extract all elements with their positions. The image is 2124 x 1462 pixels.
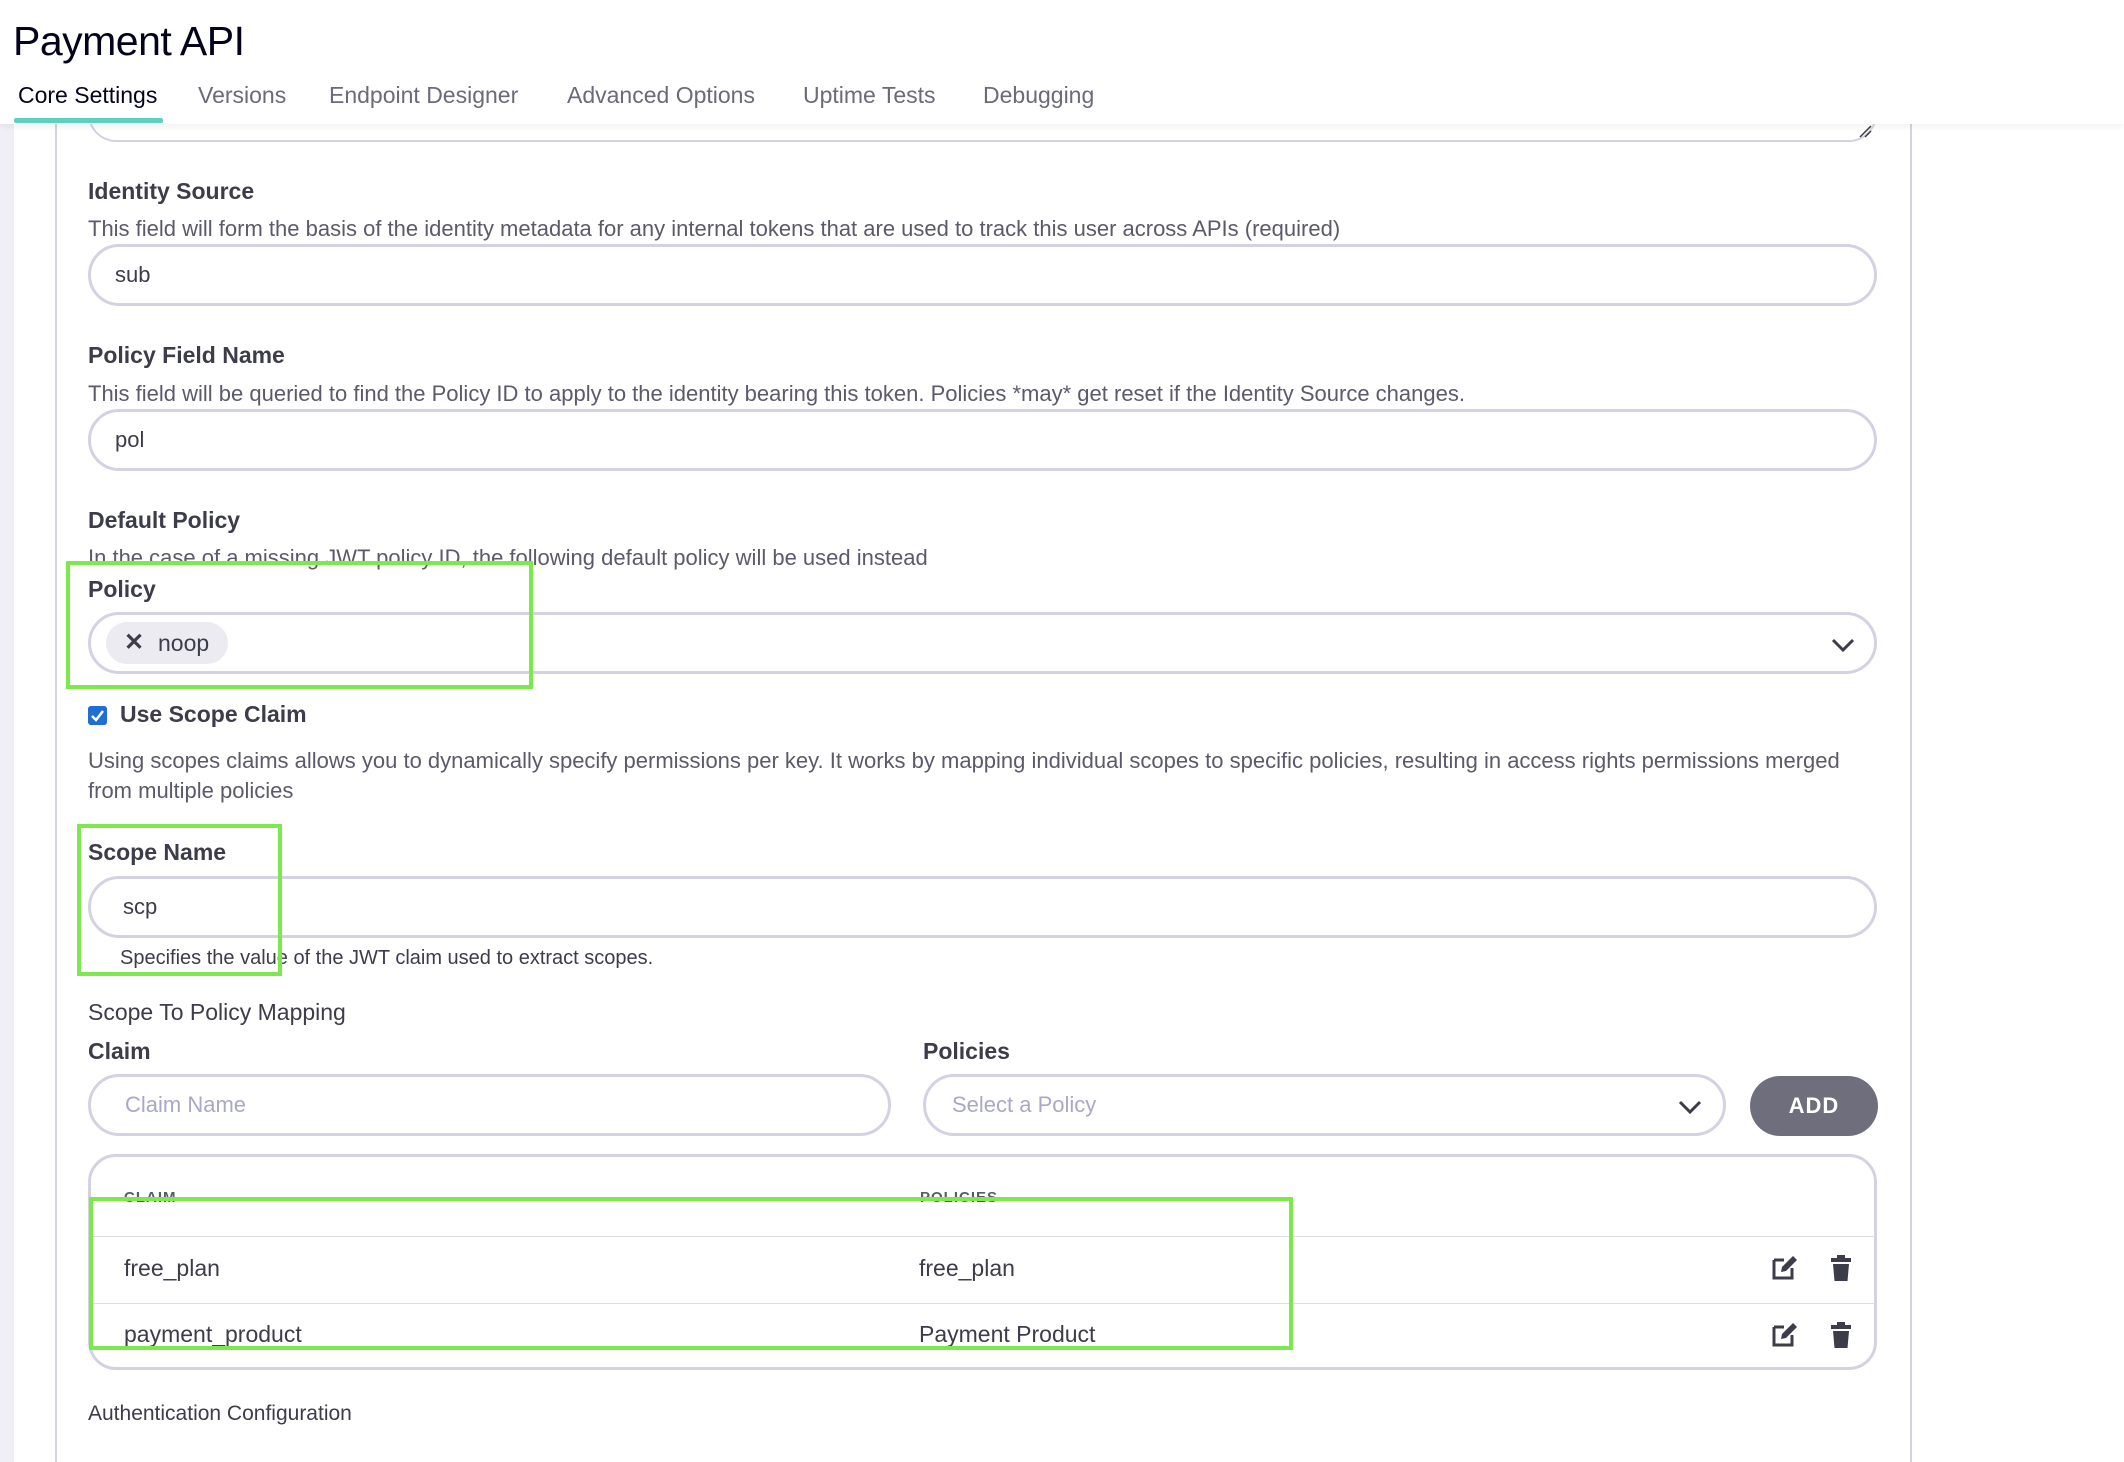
policies-label: Policies [923, 1038, 1010, 1064]
checkbox-checked-icon[interactable] [88, 706, 107, 725]
identity-source-label: Identity Source [88, 178, 255, 204]
left-gutter [0, 124, 14, 1462]
policy-field-name-help: This field will be queried to find the P… [88, 381, 1465, 406]
page: Payment API Core Settings Versions Endpo… [0, 0, 2124, 1462]
scope-name-input[interactable]: scp [88, 876, 1877, 938]
highlight-box-policy [66, 561, 533, 689]
edit-icon[interactable] [1770, 1254, 1798, 1282]
chevron-down-icon[interactable] [1830, 637, 1856, 653]
edit-icon[interactable] [1770, 1321, 1798, 1349]
active-tab-indicator [14, 118, 163, 123]
policy-select[interactable]: Select a Policy [923, 1074, 1726, 1136]
identity-source-input[interactable]: sub [88, 244, 1877, 306]
resize-grip-icon[interactable] [1858, 124, 1872, 138]
trash-icon[interactable] [1827, 1254, 1855, 1282]
chevron-down-icon[interactable] [1677, 1099, 1703, 1115]
use-scope-claim-help: Using scopes claims allows you to dynami… [88, 748, 1840, 803]
tab-endpoint-designer[interactable]: Endpoint Designer [329, 82, 518, 109]
use-scope-claim-label[interactable]: Use Scope Claim [120, 701, 307, 728]
default-policy-label: Default Policy [88, 507, 241, 533]
policy-field-name-label: Policy Field Name [88, 342, 285, 368]
policy-select-placeholder: Select a Policy [952, 1092, 1097, 1117]
tab-debugging[interactable]: Debugging [983, 82, 1094, 109]
highlight-box-mapping-rows [89, 1197, 1293, 1350]
tab-core-settings[interactable]: Core Settings [18, 82, 157, 109]
policy-field-name-input[interactable]: pol [88, 409, 1877, 471]
page-header: Payment API Core Settings Versions Endpo… [0, 0, 2124, 124]
page-title: Payment API [13, 18, 245, 64]
trash-icon[interactable] [1827, 1321, 1855, 1349]
claim-label: Claim [88, 1038, 151, 1064]
highlight-box-scope-name [77, 824, 282, 976]
tab-versions[interactable]: Versions [198, 82, 286, 109]
claim-name-placeholder: Claim Name [125, 1092, 247, 1117]
scope-mapping-title: Scope To Policy Mapping [88, 999, 346, 1025]
tab-uptime-tests[interactable]: Uptime Tests [803, 82, 936, 109]
policy-field-name-value: pol [115, 427, 145, 452]
claim-name-input[interactable]: Claim Name [88, 1074, 891, 1136]
authentication-configuration-title: Authentication Configuration [88, 1402, 352, 1425]
identity-source-value: sub [115, 262, 151, 287]
add-button[interactable]: ADD [1750, 1076, 1878, 1136]
tab-advanced-options[interactable]: Advanced Options [567, 82, 755, 109]
identity-source-help: This field will form the basis of the id… [88, 216, 1341, 241]
